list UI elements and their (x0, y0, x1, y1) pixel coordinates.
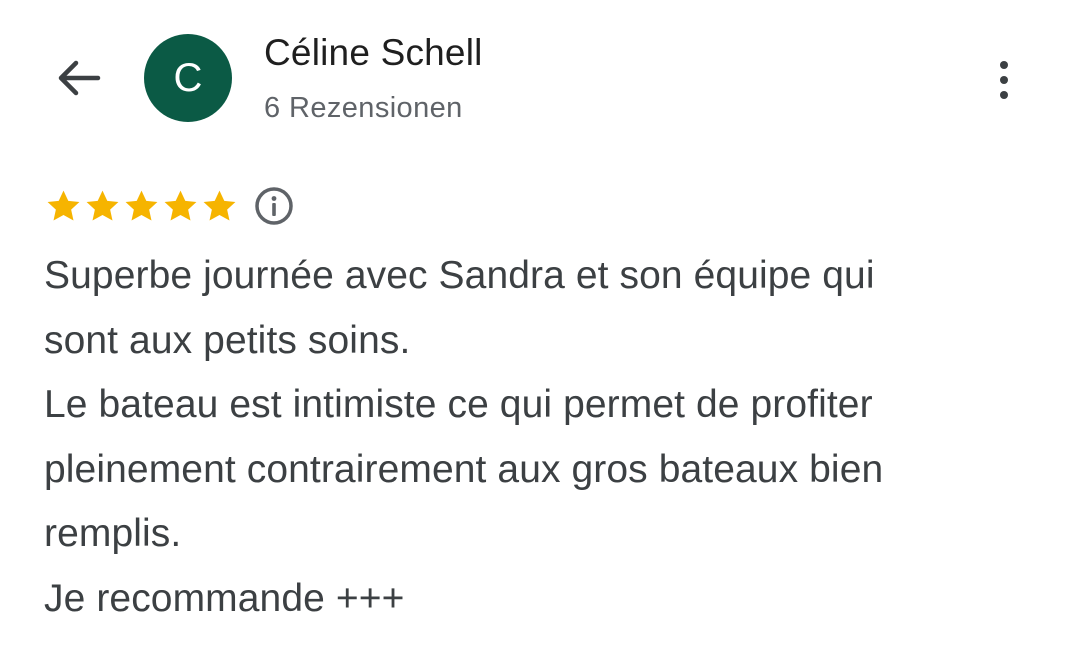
star-icon (86, 190, 119, 221)
star-rating (44, 187, 239, 226)
info-button[interactable] (253, 185, 295, 227)
avatar-letter: C (173, 55, 203, 100)
rating-row (44, 182, 295, 230)
review-text-line: remplis. (44, 512, 182, 555)
review-text-line: Le bateau est intimiste ce qui permet de… (44, 383, 873, 426)
review-text: Superbe journée avec Sandra et son équip… (44, 244, 1054, 631)
more-vertical-icon (1000, 61, 1008, 69)
review-header: C Céline Schell 6 Rezensionen (0, 0, 1080, 160)
more-vertical-icon-dot (1000, 91, 1008, 99)
star-icon (203, 190, 236, 221)
arrow-left-icon (58, 60, 101, 96)
review-text-line: Superbe journée avec Sandra et son équip… (44, 254, 875, 297)
back-button[interactable] (50, 52, 106, 104)
star-icon (47, 190, 80, 221)
star-icon (125, 190, 158, 221)
review-count[interactable]: 6 Rezensionen (264, 92, 463, 125)
review-text-line: pleinement contrairement aux gros bateau… (44, 447, 884, 491)
review-text-line: Je recommande +++ (44, 576, 405, 620)
star-icon (164, 190, 197, 221)
user-name[interactable]: Céline Schell (264, 32, 483, 74)
more-options-button[interactable] (982, 54, 1026, 106)
info-icon (255, 187, 293, 225)
review-text-line: sont aux petits soins. (44, 318, 411, 362)
avatar[interactable]: C (144, 34, 232, 122)
more-vertical-icon-dot (1000, 76, 1008, 84)
